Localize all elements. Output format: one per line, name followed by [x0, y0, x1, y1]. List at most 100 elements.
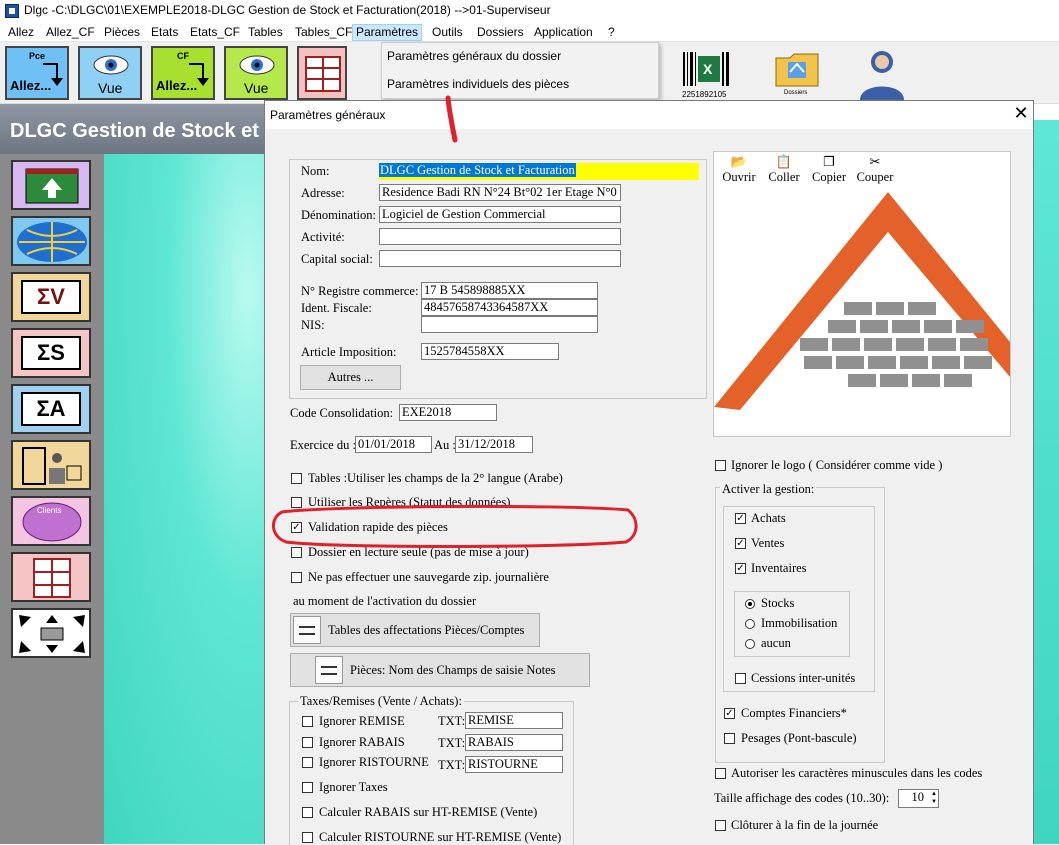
pesages-checkbox[interactable] [724, 733, 735, 744]
champs-notes-button[interactable]: Pièces: Nom des Champs de saisie Notes [290, 653, 590, 687]
tables-button[interactable] [297, 46, 347, 100]
side-clients-button[interactable]: Clients [11, 496, 91, 546]
copier-button[interactable]: ❐ Copier [808, 154, 850, 185]
close-icon[interactable]: ✕ [1011, 103, 1031, 123]
immobilisation-radio[interactable] [745, 619, 755, 629]
vue-pce-button[interactable]: Vue [78, 46, 142, 100]
gestion-inner-group: ✓ Achats ✓ Ventes ✓ Inventaires Stocks I… [723, 506, 875, 692]
exercice-to-field[interactable]: 31/12/2018 [455, 436, 533, 453]
cessions-checkbox[interactable] [735, 673, 746, 684]
side-shop-button[interactable] [11, 440, 91, 490]
capital-label: Capital social: [301, 252, 373, 266]
txt-rabais-label: TXT: [438, 736, 466, 750]
stocks-radio[interactable] [745, 599, 755, 609]
adresse-field[interactable]: Residence Badi RN N°24 Bt°02 1er Etage N… [379, 184, 621, 201]
article-label: Article Imposition: [301, 345, 397, 359]
txt-remise-field[interactable]: REMISE [465, 712, 563, 729]
side-network-button[interactable] [11, 608, 91, 658]
sauvegarde-checkbox[interactable] [291, 572, 302, 583]
cloturer-checkbox[interactable] [715, 820, 726, 831]
ignorer-taxes-checkbox[interactable] [302, 782, 313, 793]
paste-icon: 📋 [775, 154, 793, 169]
calc-ristourne-label: Calculer RISTOURNE sur HT-REMISE (Vente) [319, 830, 562, 844]
menu-help[interactable]: ? [604, 24, 619, 41]
ignorer-remise-checkbox[interactable] [302, 716, 313, 727]
rc-field[interactable]: 17 B 545898885XX [421, 282, 598, 299]
ignorer-rabais-checkbox[interactable] [302, 737, 313, 748]
validation-checkbox[interactable]: ✓ [291, 522, 302, 533]
logo-image [714, 192, 1010, 410]
affectations-button[interactable]: Tables des affectations Pièces/Comptes [290, 613, 540, 647]
consolidation-field[interactable]: EXE2018 [399, 404, 497, 421]
calc-rabais-checkbox[interactable] [302, 807, 313, 818]
menu-item-parametres-generaux[interactable]: Paramètres généraux du dossier [387, 49, 561, 63]
activite-label: Activité: [301, 230, 345, 244]
nis-field[interactable] [421, 316, 598, 333]
tables-arabe-checkbox[interactable] [291, 473, 302, 484]
autres-button[interactable]: Autres ... [300, 365, 401, 390]
side-globe-button[interactable] [11, 216, 91, 266]
menu-parametres[interactable]: Paramètres [352, 24, 423, 41]
coller-button[interactable]: 📋 Coller [764, 154, 804, 185]
calc-rabais-label: Calculer RABAIS sur HT-REMISE (Vente) [319, 805, 538, 819]
ignorer-ristourne-checkbox[interactable] [302, 757, 313, 768]
txt-ristourne-label: TXT: [438, 758, 466, 772]
taille-spinner[interactable]: 10 ▲ ▼ [898, 789, 939, 808]
article-field[interactable]: 1525784558XX [421, 343, 559, 360]
menu-tables[interactable]: Tables [244, 24, 287, 41]
user-doctor-button[interactable] [854, 48, 910, 102]
txt-rabais-field[interactable]: RABAIS [465, 734, 563, 751]
if-field[interactable]: 48457658743364587XX [421, 299, 598, 316]
nom-field[interactable]: DLGC Gestion de Stock et Facturation [379, 163, 699, 180]
side-sigma-a-button[interactable]: ΣA [11, 384, 91, 434]
sliders-icon [315, 656, 343, 684]
ignorer-ristourne-label: Ignorer RISTOURNE [319, 755, 429, 769]
aucun-radio[interactable] [745, 639, 755, 649]
menu-item-parametres-individuels[interactable]: Paramètres individuels des pièces [387, 77, 569, 91]
achats-checkbox[interactable]: ✓ [735, 513, 746, 524]
ouvrir-button[interactable]: 📂 Ouvrir [719, 154, 759, 185]
ventes-label: Ventes [751, 536, 785, 550]
gestion-group: Activer la gestion: ✓ Achats ✓ Ventes ✓ … [715, 482, 885, 763]
menu-outils[interactable]: Outils [428, 24, 467, 41]
menu-application[interactable]: Application [530, 24, 597, 41]
txt-ristourne-field[interactable]: RISTOURNE [465, 756, 563, 773]
au-label: Au : [434, 438, 456, 452]
allez-cf-button[interactable]: CF Allez... [151, 46, 215, 100]
minuscules-checkbox[interactable] [715, 768, 726, 779]
app-icon [5, 4, 19, 18]
spinner-arrows-icon[interactable]: ▲ ▼ [931, 790, 937, 806]
lecture-seule-checkbox[interactable] [291, 547, 302, 558]
calc-ristourne-checkbox[interactable] [302, 832, 313, 843]
dossiers-button[interactable]: Dossiers [774, 50, 820, 100]
cashier-icon [22, 447, 82, 485]
menu-allez-cf[interactable]: Allez_CF [42, 24, 99, 41]
menu-allez[interactable]: Allez [4, 24, 38, 41]
allez-pce-button[interactable]: Pce Allez... [5, 46, 69, 100]
menu-etats[interactable]: Etats [147, 24, 182, 41]
capital-field[interactable] [379, 250, 621, 267]
menu-etats-cf[interactable]: Etats_CF [186, 24, 244, 41]
side-sigma-s-button[interactable]: ΣS [11, 328, 91, 378]
title-bar: Dlgc -C:\DLGC\01\EXEMPLE2018-DLGC Gestio… [0, 0, 1059, 22]
denomination-field[interactable]: Logiciel de Gestion Commercial [379, 206, 621, 223]
barcode-excel-button[interactable]: X 2251892105 [682, 50, 730, 100]
side-tables-button[interactable] [11, 552, 91, 602]
couper-button[interactable]: ✂ Couper [853, 154, 897, 185]
ignorer-logo-checkbox[interactable] [715, 460, 726, 471]
reperes-checkbox[interactable] [291, 497, 302, 508]
rc-label: N° Registre commerce: [301, 284, 419, 298]
menu-pieces[interactable]: Pièces [100, 24, 144, 41]
ventes-checkbox[interactable]: ✓ [735, 538, 746, 549]
menu-tables-cf[interactable]: Tables_CF [291, 24, 356, 41]
inventaires-checkbox[interactable]: ✓ [735, 563, 746, 574]
vue-cf-button[interactable]: Vue [224, 46, 288, 100]
exercice-from-field[interactable]: 01/01/2018 [355, 436, 432, 453]
side-sigma-v-button[interactable]: ΣV [11, 272, 91, 322]
menu-dossiers[interactable]: Dossiers [473, 24, 528, 41]
parametres-dropdown: Paramètres généraux du dossier Paramètre… [381, 42, 659, 99]
activite-field[interactable] [379, 228, 621, 245]
comptes-financiers-checkbox[interactable]: ✓ [724, 708, 735, 719]
ignorer-logo-label: Ignorer le logo ( Considérer comme vide … [731, 458, 943, 472]
side-home-button[interactable] [11, 160, 91, 210]
